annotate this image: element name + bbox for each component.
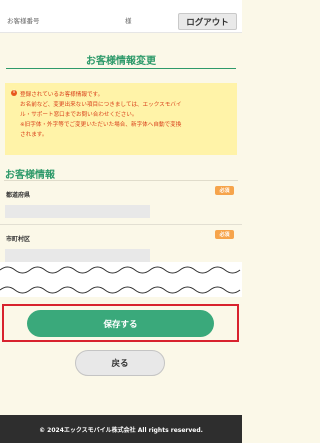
notice-box: i 登録されているお客様情報です。 お名前など、変更出来ない項目につきましては、… (5, 83, 237, 155)
notice-line-4: ※旧字体・外字等でご変更いただいた場合、新字体へ自動で変換 (20, 122, 182, 128)
save-button[interactable]: 保存する (27, 310, 214, 337)
top-bar: お客様番号 様 ログアウト (0, 0, 242, 33)
notice-line-1: 登録されているお客様情報です。 (20, 92, 104, 98)
section-title-customer-info: お客様情報 (5, 170, 55, 181)
required-badge: 必須 (215, 230, 234, 239)
notice-line-5: されます。 (20, 132, 48, 138)
footer-copyright: © 2024エックスモバイル株式会社 All rights reserved. (0, 415, 242, 443)
info-icon: i (11, 90, 17, 96)
notice-line-3: ル・サポート窓口までお問い合わせください。 (20, 112, 138, 118)
field-divider (0, 224, 242, 225)
customer-number-label: お客様番号 (7, 17, 40, 25)
city-input[interactable] (5, 249, 150, 262)
title-divider (6, 68, 236, 69)
notice-line-2: お名前など、変更出来ない項目につきましては、エックスモバイ (20, 102, 182, 108)
section-divider (4, 180, 238, 181)
logout-button[interactable]: ログアウト (178, 13, 237, 30)
page-title: お客様情報変更 (86, 56, 156, 67)
required-badge: 必須 (215, 186, 234, 195)
prefecture-label: 都道府県 (6, 192, 31, 199)
city-label: 市町村区 (6, 236, 31, 243)
back-button[interactable]: 戻る (75, 350, 165, 376)
customer-suffix: 様 (125, 17, 132, 25)
prefecture-input[interactable] (5, 205, 150, 218)
truncation-wave-divider (0, 262, 242, 297)
